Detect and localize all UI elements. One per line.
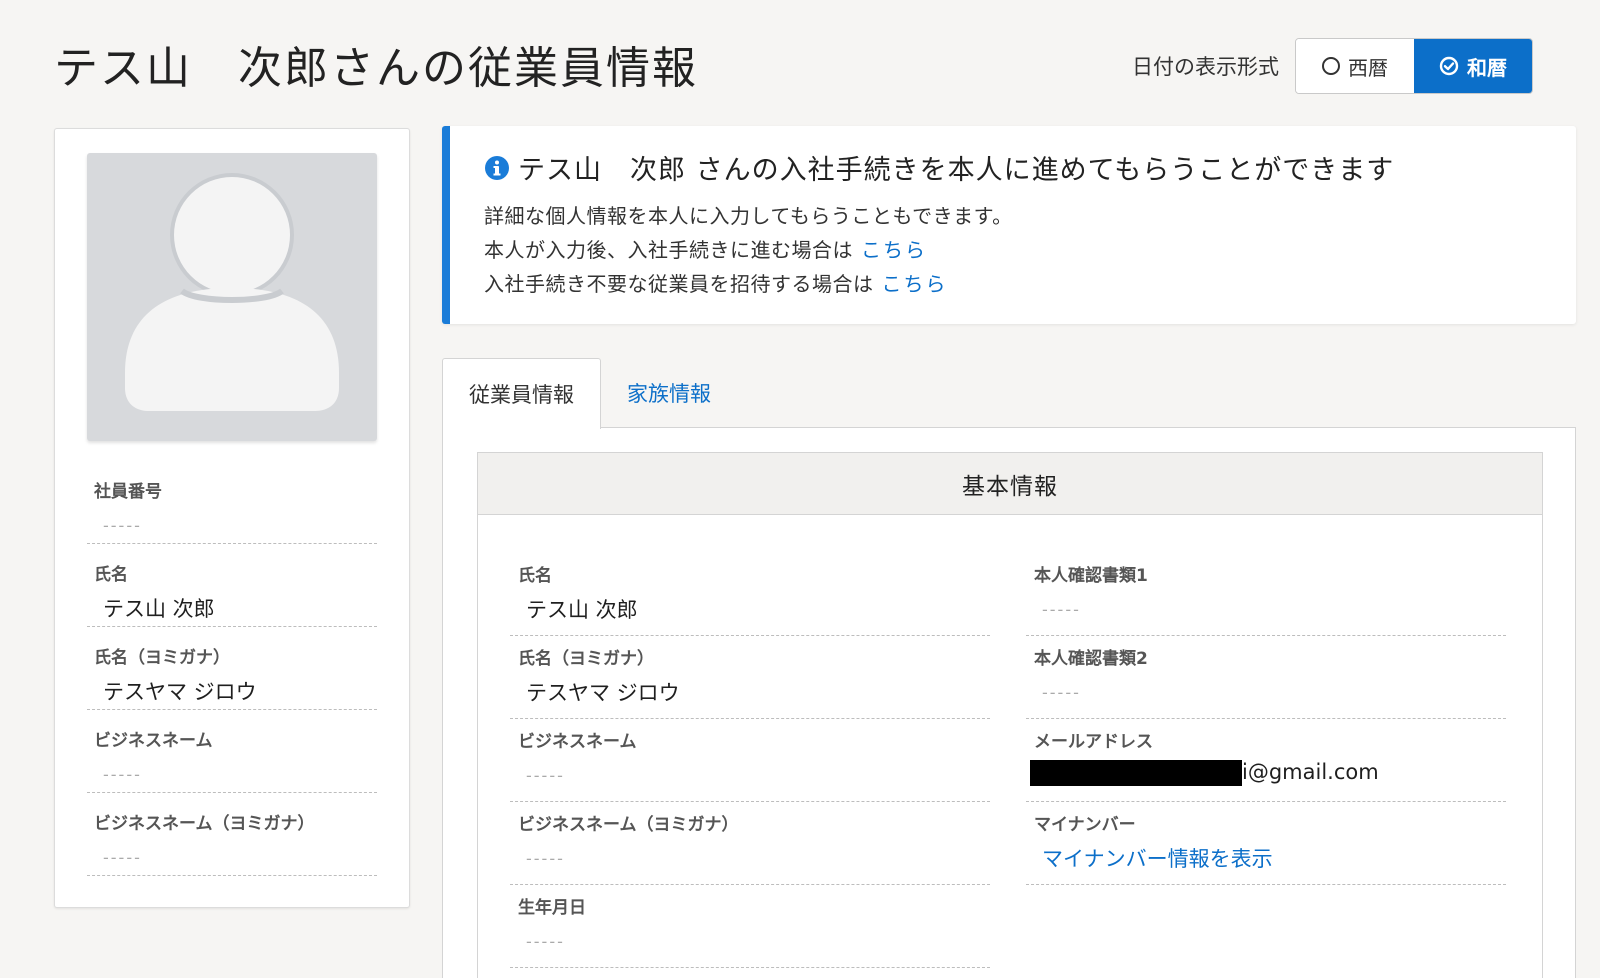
field-business-name-kana: ビジネスネーム（ヨミガナ） ----- bbox=[510, 802, 990, 885]
field-id-document-2: 本人確認書類2 ----- bbox=[1026, 636, 1506, 719]
field-birthdate: 生年月日 ----- bbox=[510, 885, 990, 968]
field-name: 氏名 テス山 次郎 bbox=[510, 553, 990, 636]
check-circle-icon bbox=[1439, 56, 1459, 76]
avatar bbox=[87, 153, 377, 441]
profile-fields: 社員番号 ----- 氏名 テス山 次郎 氏名（ヨミガナ） テスヤマ ジロウ ビ… bbox=[87, 461, 377, 876]
profile-name: 氏名 テス山 次郎 bbox=[87, 544, 377, 627]
field-value: ----- bbox=[1042, 683, 1081, 702]
info-icon bbox=[485, 155, 509, 180]
field-name-kana: 氏名（ヨミガナ） テスヤマ ジロウ bbox=[510, 636, 990, 719]
field-label: 本人確認書類1 bbox=[1034, 566, 1148, 586]
basic-info-right-column: 本人確認書類1 ----- 本人確認書類2 ----- メールアドレス i@gm… bbox=[1026, 553, 1506, 885]
field-business-name: ビジネスネーム ----- bbox=[510, 719, 990, 802]
onboarding-info-banner: テス山 次郎 さんの入社手続きを本人に進めてもらうことができます 詳細な個人情報… bbox=[442, 126, 1576, 324]
western-calendar-button[interactable]: 西暦 bbox=[1296, 39, 1414, 93]
tab-strip: 従業員情報 家族情報 bbox=[442, 358, 737, 429]
section-title: 基本情報 bbox=[478, 453, 1542, 515]
date-format-label: 日付の表示形式 bbox=[1132, 55, 1279, 79]
western-calendar-label: 西暦 bbox=[1348, 55, 1388, 80]
profile-business-name: ビジネスネーム ----- bbox=[87, 710, 377, 793]
user-placeholder-icon bbox=[125, 173, 339, 411]
field-label: 氏名（ヨミガナ） bbox=[518, 649, 654, 669]
field-label: 氏名（ヨミガナ） bbox=[94, 648, 230, 668]
banner-text: 詳細な個人情報を本人に入力してもらうこともできます。 bbox=[484, 204, 1013, 228]
field-value: テスヤマ ジロウ bbox=[526, 681, 680, 705]
field-email: メールアドレス i@gmail.com bbox=[1026, 719, 1506, 802]
profile-card: 社員番号 ----- 氏名 テス山 次郎 氏名（ヨミガナ） テスヤマ ジロウ ビ… bbox=[54, 128, 410, 908]
japanese-calendar-button[interactable]: 和暦 bbox=[1414, 39, 1532, 93]
banner-text: 本人が入力後、入社手続きに進む場合は bbox=[484, 238, 853, 262]
field-label: 生年月日 bbox=[518, 898, 586, 918]
invite-link[interactable]: こちら bbox=[882, 272, 948, 296]
banner-line-2: 本人が入力後、入社手続きに進む場合は こちら bbox=[484, 234, 927, 263]
field-label: ビジネスネーム bbox=[518, 732, 637, 752]
radio-off-icon bbox=[1322, 57, 1340, 75]
field-label: 氏名 bbox=[518, 566, 552, 586]
field-label: マイナンバー bbox=[1034, 815, 1136, 835]
tab-employee-info[interactable]: 従業員情報 bbox=[442, 358, 601, 429]
banner-title-text: テス山 次郎 さんの入社手続きを本人に進めてもらうことができます bbox=[518, 155, 1395, 186]
field-value: ----- bbox=[103, 848, 142, 867]
field-value: テス山 次郎 bbox=[103, 597, 215, 621]
field-label: ビジネスネーム bbox=[94, 731, 213, 751]
field-value: i@gmail.com bbox=[1026, 760, 1506, 786]
page-title: テス山 次郎さんの従業員情報 bbox=[54, 43, 698, 94]
profile-name-kana: 氏名（ヨミガナ） テスヤマ ジロウ bbox=[87, 627, 377, 710]
field-value: ----- bbox=[103, 765, 142, 784]
banner-line-1: 詳細な個人情報を本人に入力してもらうこともできます。 bbox=[484, 200, 1013, 229]
field-label: 氏名 bbox=[94, 565, 128, 585]
field-value: テス山 次郎 bbox=[526, 598, 638, 622]
profile-business-name-kana: ビジネスネーム（ヨミガナ） ----- bbox=[87, 793, 377, 876]
onboarding-link[interactable]: こちら bbox=[861, 238, 927, 262]
field-value: ----- bbox=[526, 849, 565, 868]
field-label: 本人確認書類2 bbox=[1034, 649, 1148, 669]
field-value: テスヤマ ジロウ bbox=[103, 680, 257, 704]
field-value: ----- bbox=[1042, 600, 1081, 619]
field-label: ビジネスネーム（ヨミガナ） bbox=[518, 815, 739, 835]
profile-employee-number: 社員番号 ----- bbox=[87, 461, 377, 544]
field-value: ----- bbox=[526, 932, 565, 951]
field-label: メールアドレス bbox=[1034, 732, 1153, 752]
banner-title: テス山 次郎 さんの入社手続きを本人に進めてもらうことができます bbox=[484, 148, 1394, 187]
field-my-number: マイナンバー マイナンバー情報を表示 bbox=[1026, 802, 1506, 885]
field-id-document-1: 本人確認書類1 ----- bbox=[1026, 553, 1506, 636]
show-my-number-link[interactable]: マイナンバー情報を表示 bbox=[1026, 843, 1506, 873]
email-value: i@gmail.com bbox=[1242, 760, 1379, 784]
date-format-toggle: 西暦 和暦 bbox=[1295, 38, 1533, 94]
field-label: 社員番号 bbox=[94, 482, 162, 502]
redaction-block bbox=[1030, 760, 1242, 786]
field-label: ビジネスネーム（ヨミガナ） bbox=[94, 814, 315, 834]
date-format-selector: 日付の表示形式 西暦 和暦 bbox=[1132, 38, 1533, 94]
japanese-calendar-label: 和暦 bbox=[1467, 55, 1507, 80]
tab-family-info[interactable]: 家族情報 bbox=[601, 358, 737, 428]
field-value: ----- bbox=[526, 766, 565, 785]
basic-info-section: 基本情報 氏名 テス山 次郎 氏名（ヨミガナ） テスヤマ ジロウ ビジネスネーム… bbox=[477, 452, 1543, 978]
banner-text: 入社手続き不要な従業員を招待する場合は bbox=[484, 272, 874, 296]
field-value: ----- bbox=[103, 516, 142, 535]
basic-info-left-column: 氏名 テス山 次郎 氏名（ヨミガナ） テスヤマ ジロウ ビジネスネーム ----… bbox=[510, 553, 990, 968]
banner-line-3: 入社手続き不要な従業員を招待する場合は こちら bbox=[484, 268, 948, 297]
tab-panel: 基本情報 氏名 テス山 次郎 氏名（ヨミガナ） テスヤマ ジロウ ビジネスネーム… bbox=[442, 427, 1576, 978]
